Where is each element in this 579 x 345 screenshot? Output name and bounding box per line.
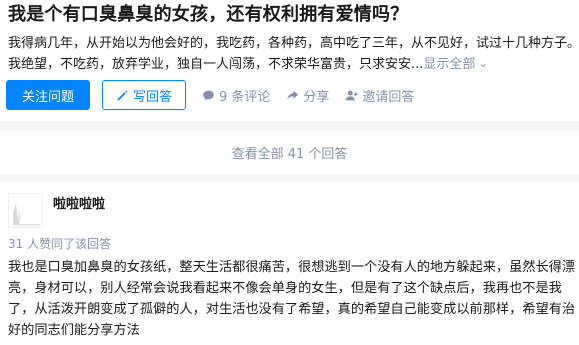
view-all-answers-button[interactable]: 查看全部 41 个回答 <box>0 131 579 174</box>
chevron-down-icon: ⌄ <box>478 57 488 70</box>
comments-label: 9 条评论 <box>219 89 271 105</box>
answer-line: 好的同志们能分享方法 <box>8 323 140 338</box>
follow-question-button[interactable]: 关注问题 <box>6 80 90 110</box>
comments-button[interactable]: 9 条评论 <box>202 86 270 105</box>
question-excerpt[interactable]: 我得病几年，从开始以为他会好的，我吃药，各种药，高中吃了三年，从不见好，试过十几… <box>8 33 574 75</box>
user-invite-icon <box>346 90 359 100</box>
avatar-image <box>9 194 42 227</box>
avatar[interactable] <box>8 193 43 228</box>
answer-card: 啦啦啦啦 31 人赞同了该回答 我也是口臭加鼻臭的女孩纸，整天生活都很痛苦，很想… <box>0 182 579 345</box>
answer-line: 亮，身材可以，别人经常会说我看起来不像会单身的女生，但是有了这个缺点后，我再也不… <box>8 281 562 296</box>
excerpt-line-2: 我绝望，不吃药，放弃学业，独自一人闯荡，不求荣华富贵，只求安安...显示全部 ⌄ <box>8 54 574 75</box>
share-icon <box>287 90 299 100</box>
question-title[interactable]: 我是个有口臭鼻臭的女孩，还有权利拥有爱情吗？ <box>8 3 408 27</box>
answer-content[interactable]: 我也是口臭加鼻臭的女孩纸，整天生活都很痛苦，很想逃到一个没有人的地方躲起来，虽然… <box>8 257 576 341</box>
show-all-link[interactable]: 显示全部 ⌄ <box>423 57 487 72</box>
write-answer-button[interactable]: 写回答 <box>102 80 186 110</box>
share-button[interactable]: 分享 <box>286 86 329 105</box>
share-label: 分享 <box>303 89 330 105</box>
invite-answer-button[interactable]: 邀请回答 <box>345 86 414 105</box>
answer-line: 我也是口臭加鼻臭的女孩纸，整天生活都很痛苦，很想逃到一个没有人的地方躲起来，虽然… <box>8 260 576 275</box>
excerpt-line-2-text: 我绝望，不吃药，放弃学业，独自一人闯荡，不求荣华富贵，只求安安... <box>8 57 424 72</box>
question-card: 我是个有口臭鼻臭的女孩，还有权利拥有爱情吗？ 我得病几年，从开始以为他会好的，我… <box>0 0 579 121</box>
author-name[interactable]: 啦啦啦啦 <box>53 193 105 212</box>
question-actions: 关注问题 写回答 9 条评论 分享 邀请回答 <box>6 80 414 110</box>
answer-line: 了，从活泼开朗变成了孤僻的人，对生活也没有了希望，真的希望自己能变成以前那样，希… <box>8 302 576 317</box>
excerpt-line-1: 我得病几年，从开始以为他会好的，我吃药，各种药，高中吃了三年，从不见好，试过十几… <box>8 36 574 51</box>
pencil-icon <box>117 90 128 100</box>
show-all-label: 显示全部 <box>423 57 476 72</box>
invite-answer-label: 邀请回答 <box>362 89 415 105</box>
comment-icon <box>203 90 214 100</box>
answer-author: 啦啦啦啦 <box>8 193 105 228</box>
write-answer-label: 写回答 <box>132 89 172 105</box>
vote-count: 31 人赞同了该回答 <box>8 237 112 251</box>
